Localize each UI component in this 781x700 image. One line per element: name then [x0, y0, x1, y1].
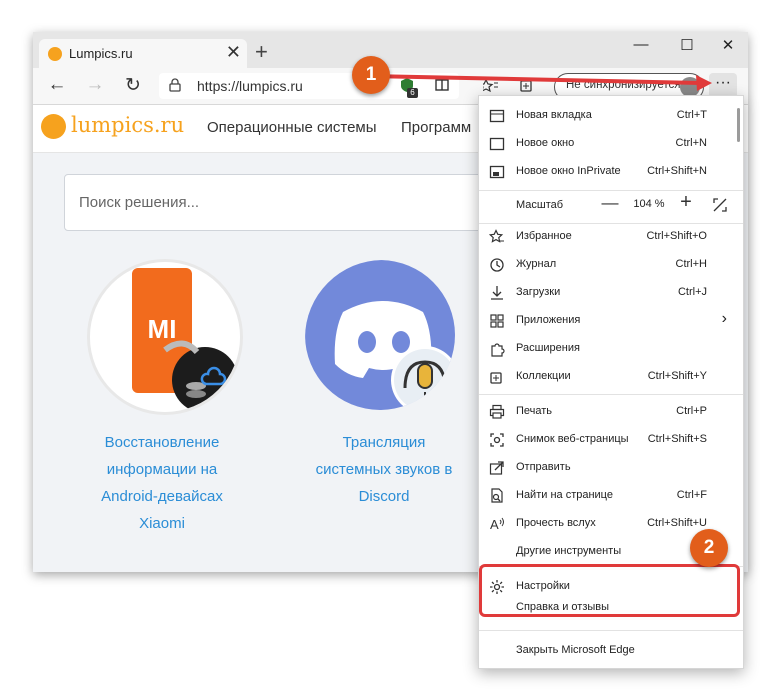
step-1-badge: 1 [352, 56, 390, 94]
settings-highlight [479, 564, 740, 617]
step-2-badge: 2 [690, 529, 728, 567]
